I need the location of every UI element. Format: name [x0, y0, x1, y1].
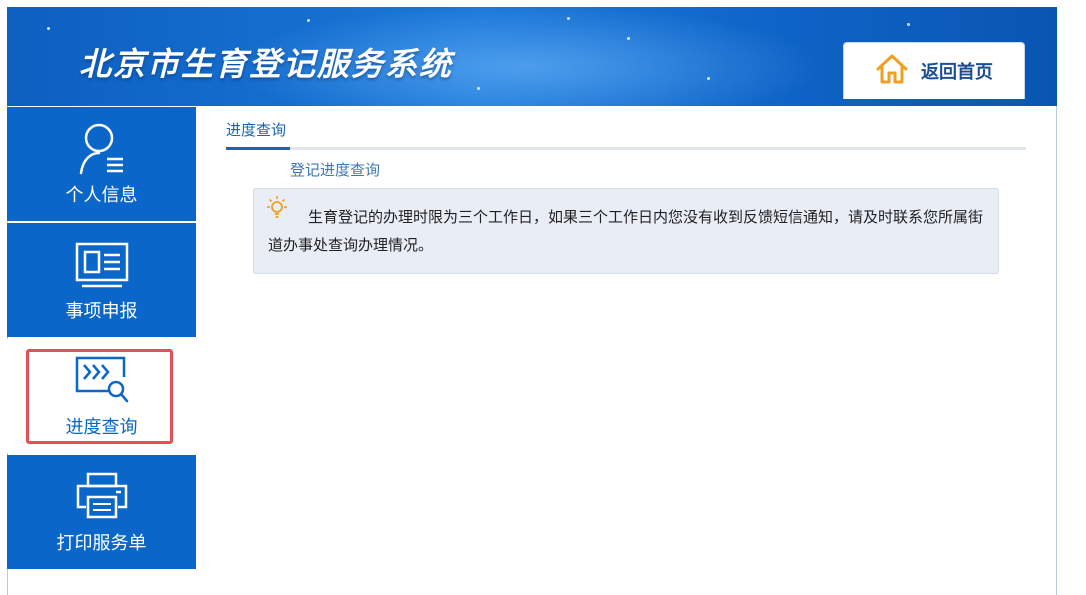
tab-active-indicator — [226, 147, 290, 150]
notice-text: 生育登记的办理时限为三个工作日，如果三个工作日内您没有收到反馈短信通知，请及时联… — [268, 208, 984, 254]
tab-divider — [290, 147, 1026, 150]
tab-progress-query[interactable]: 进度查询 — [226, 119, 286, 148]
progress-search-icon — [7, 355, 196, 405]
registration-progress-link[interactable]: 登记进度查询 — [290, 159, 380, 180]
sidebar: 个人信息 事项申报 进度查询 打印服务单 — [7, 107, 196, 571]
sidebar-item-personal-info[interactable]: 个人信息 — [7, 107, 196, 221]
sidebar-item-progress-query[interactable]: 进度查询 — [7, 339, 196, 453]
sidebar-item-label: 打印服务单 — [56, 533, 147, 554]
sidebar-item-label: 个人信息 — [65, 185, 138, 206]
home-button-label: 返回首页 — [921, 62, 993, 83]
home-button[interactable]: 返回首页 — [843, 42, 1025, 99]
sidebar-item-declaration[interactable]: 事项申报 — [7, 223, 196, 337]
main-content: 进度查询 登记进度查询 生育登记的办理时限为三个工作日，如果三个工作日内您没有收… — [226, 107, 1026, 274]
tab-bar: 进度查询 — [226, 107, 1026, 151]
notice-box: 生育登记的办理时限为三个工作日，如果三个工作日内您没有收到反馈短信通知，请及时联… — [253, 188, 999, 274]
id-card-icon — [7, 241, 196, 289]
app-title: 北京市生育登记服务系统 — [79, 45, 454, 83]
user-icon — [7, 121, 196, 177]
home-icon — [875, 53, 909, 89]
printer-icon — [7, 471, 196, 521]
sidebar-item-label: 进度查询 — [65, 417, 138, 438]
sidebar-item-label: 事项申报 — [65, 301, 138, 322]
sidebar-item-print-service[interactable]: 打印服务单 — [7, 455, 196, 569]
